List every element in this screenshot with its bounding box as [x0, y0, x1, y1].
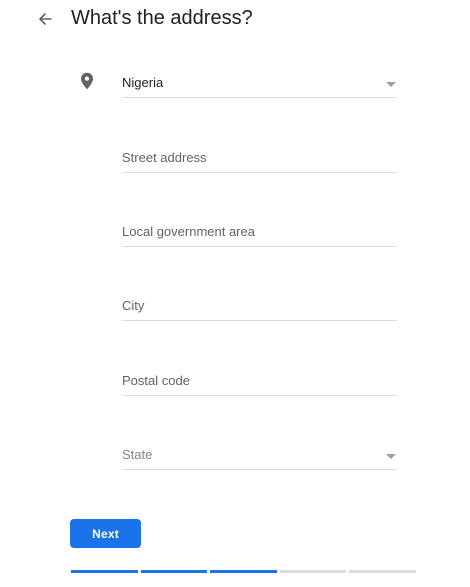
header: What's the address? — [0, 0, 470, 40]
local-government-area-input[interactable]: Local government area — [122, 219, 397, 247]
progress-segment — [71, 570, 138, 573]
postal-code-placeholder: Postal code — [122, 373, 190, 388]
progress-bar — [71, 570, 416, 574]
location-pin-icon — [81, 72, 93, 90]
country-select[interactable]: Nigeria — [122, 70, 397, 98]
progress-segment — [140, 570, 208, 573]
dropdown-caret-icon — [386, 82, 396, 87]
state-select[interactable]: State — [122, 442, 397, 470]
city-placeholder: City — [122, 298, 145, 313]
postal-code-input[interactable]: Postal code — [122, 368, 397, 396]
arrow-back-icon — [39, 13, 52, 25]
city-input[interactable]: City — [122, 293, 397, 321]
dropdown-caret-icon — [386, 454, 396, 459]
page-title: What's the address? — [71, 7, 253, 29]
street-address-placeholder: Street address — [122, 150, 207, 165]
country-value: Nigeria — [122, 75, 164, 90]
progress-segment — [210, 570, 277, 573]
next-button[interactable]: Next — [70, 519, 141, 548]
progress-segment — [279, 570, 347, 573]
local-government-area-placeholder: Local government area — [122, 224, 255, 239]
back-button[interactable] — [34, 8, 56, 30]
state-placeholder: State — [122, 447, 153, 462]
street-address-input[interactable]: Street address — [122, 145, 397, 173]
progress-segment — [349, 570, 416, 573]
